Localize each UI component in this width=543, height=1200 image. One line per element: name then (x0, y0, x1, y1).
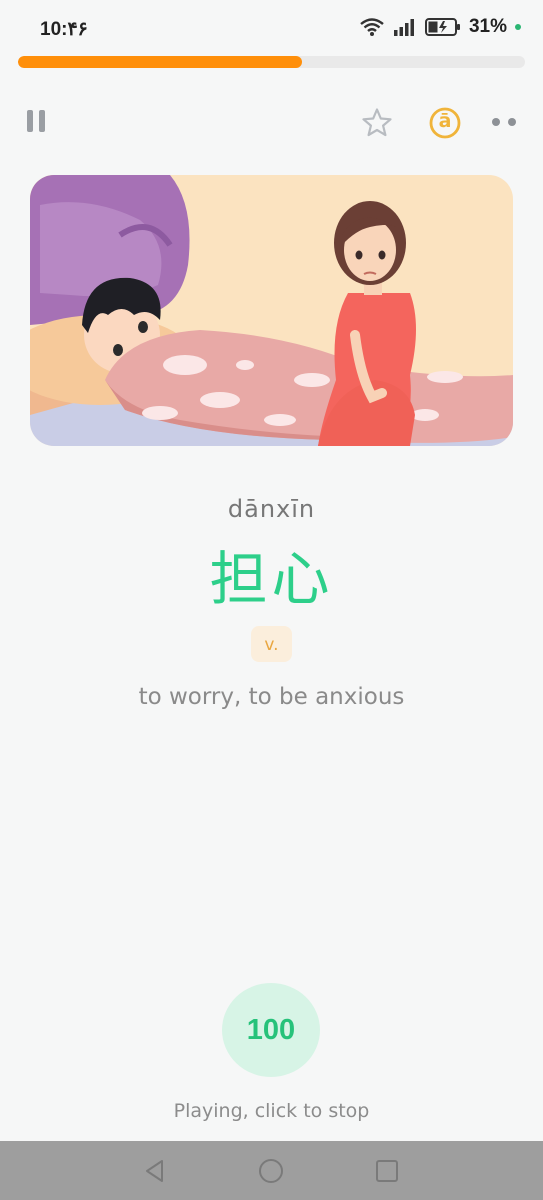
wifi-icon (360, 18, 384, 36)
star-icon[interactable] (360, 106, 394, 140)
signal-icon (393, 19, 414, 36)
lesson-toolbar: ā (0, 100, 543, 144)
pronunciation-score-button[interactable]: 100 (222, 983, 320, 1077)
status-time: 10:۴۶ (40, 19, 88, 40)
home-icon[interactable] (258, 1158, 284, 1184)
part-of-speech-badge: v. (251, 626, 292, 662)
pinyin-toggle-glyph: ā (438, 110, 452, 132)
lesson-progress-bar (18, 56, 525, 68)
recents-icon[interactable] (374, 1158, 400, 1184)
status-icons: 31% (359, 16, 521, 38)
back-icon[interactable] (142, 1158, 168, 1184)
illustration-mother-worried-child-in-bed (30, 175, 513, 446)
word-pinyin: dānxīn (227, 495, 316, 523)
battery-percentage: 31% (468, 16, 507, 37)
pinyin-toggle-icon[interactable]: ā (428, 106, 462, 140)
lesson-progress-fill (18, 56, 302, 68)
word-meaning: to worry, to be anxious (138, 684, 405, 710)
battery-charging-icon (424, 18, 460, 36)
privacy-indicator-dot (515, 24, 521, 30)
word-hanzi: 担心 (209, 545, 334, 613)
system-navigation-bar (0, 1141, 543, 1200)
status-bar: 10:۴۶ 31% (0, 0, 543, 52)
word-illustration (30, 175, 513, 446)
playing-stop-link[interactable]: Playing, click to stop (0, 1100, 543, 1122)
pause-icon[interactable] (27, 110, 47, 134)
more-dots-icon[interactable] (492, 116, 520, 128)
